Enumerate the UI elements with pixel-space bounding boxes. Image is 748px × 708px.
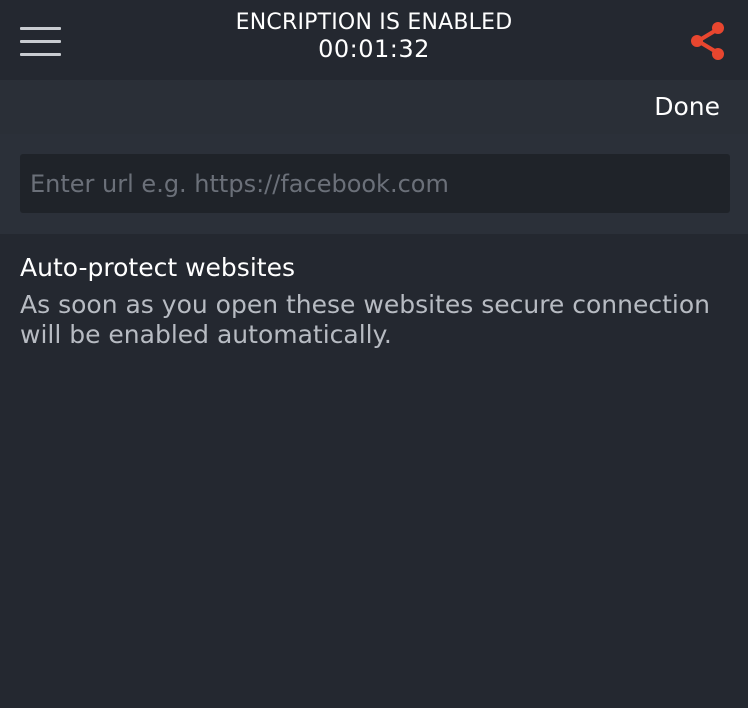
url-input[interactable]	[20, 154, 730, 213]
toolbar: Done	[0, 80, 748, 134]
menu-line	[20, 53, 61, 56]
status-title-block: ENCRIPTION IS ENABLED 00:01:32	[174, 10, 574, 62]
auto-protect-description: As soon as you open these websites secur…	[20, 290, 710, 349]
done-button[interactable]: Done	[654, 91, 720, 123]
hamburger-menu-icon[interactable]	[20, 27, 61, 57]
menu-line	[20, 27, 61, 30]
auto-protect-heading: Auto-protect websites	[20, 253, 295, 282]
connection-timer: 00:01:32	[318, 35, 430, 63]
encryption-status-title: ENCRIPTION IS ENABLED	[235, 10, 513, 35]
menu-line	[20, 40, 61, 43]
header-bar: ENCRIPTION IS ENABLED 00:01:32	[0, 0, 748, 80]
info-section: Auto-protect websites As soon as you ope…	[20, 252, 720, 350]
app-screen: ENCRIPTION IS ENABLED 00:01:32 Done Auto…	[0, 0, 748, 708]
share-icon[interactable]	[688, 20, 732, 62]
url-entry-section	[0, 134, 748, 234]
